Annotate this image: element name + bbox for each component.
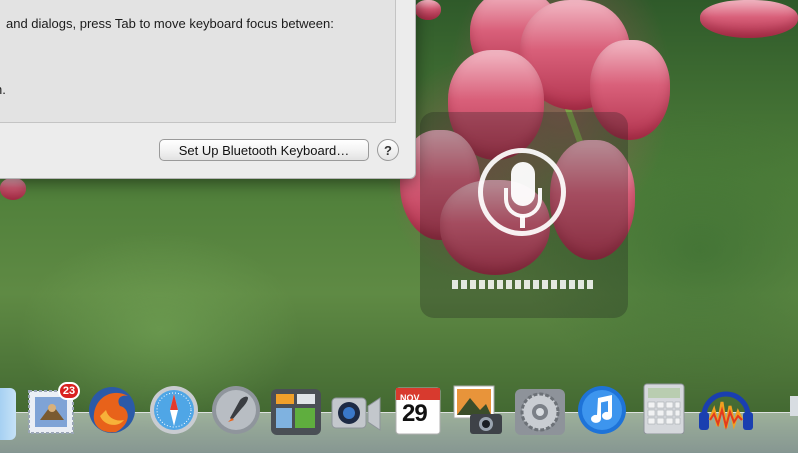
firefox-icon[interactable] [86, 384, 138, 436]
calendar-day: 29 [402, 400, 428, 427]
help-button[interactable]: ? [377, 139, 399, 161]
gear-icon[interactable] [514, 388, 566, 440]
rocket-icon[interactable] [210, 384, 262, 436]
camera-icon[interactable] [330, 388, 382, 440]
mail-unread-badge: 23 [58, 382, 80, 400]
photo-camera-icon[interactable] [452, 384, 504, 436]
instruction-fragment: n. [0, 82, 6, 97]
audio-level-meter [452, 280, 593, 289]
keyboard-preferences-window: and dialogs, press Tab to move keyboard … [0, 0, 416, 179]
finder-icon[interactable] [0, 388, 16, 440]
music-note-icon[interactable] [576, 384, 628, 436]
dictation-overlay[interactable] [420, 112, 628, 318]
dock-item-partial[interactable] [790, 396, 798, 416]
headphones-waveform-icon[interactable] [696, 382, 756, 434]
instruction-text: and dialogs, press Tab to move keyboard … [6, 16, 334, 31]
compass-icon[interactable] [148, 384, 200, 436]
calculator-icon[interactable] [638, 382, 690, 435]
set-up-bluetooth-keyboard-button[interactable]: Set Up Bluetooth Keyboard… [159, 139, 369, 161]
mission-control-icon[interactable] [270, 388, 322, 440]
